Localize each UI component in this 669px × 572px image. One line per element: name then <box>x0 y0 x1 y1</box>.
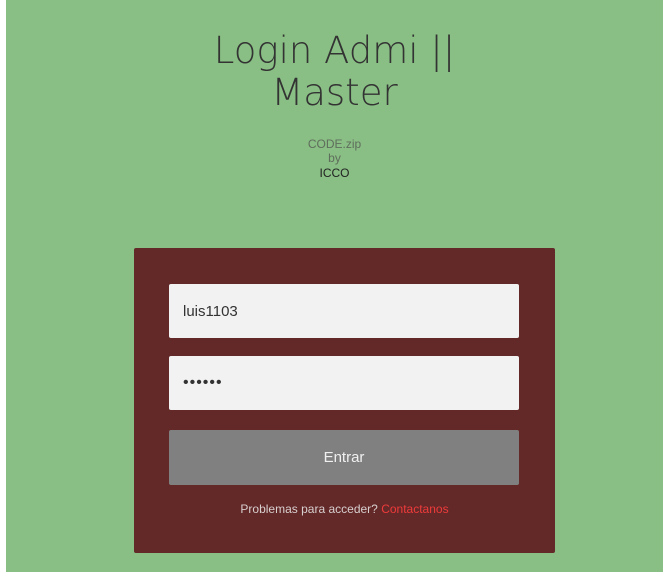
help-label: Problemas para acceder? <box>240 502 378 516</box>
title-line-1: Login Admi || <box>213 29 456 72</box>
credit-by: by <box>328 151 341 165</box>
login-form: Entrar Problemas para acceder? Contactan… <box>134 248 555 553</box>
credits: CODE.zip by ICCO <box>6 137 663 180</box>
help-text: Problemas para acceder? Contactanos <box>134 502 555 516</box>
login-button[interactable]: Entrar <box>169 430 519 485</box>
page-background: Login Admi || Master CODE.zip by ICCO En… <box>6 0 663 572</box>
title-line-2: Master <box>271 71 398 114</box>
page-title: Login Admi || Master <box>6 30 663 114</box>
username-input[interactable] <box>169 284 519 338</box>
credit-author: ICCO <box>319 166 350 180</box>
credit-project: CODE.zip <box>307 137 362 151</box>
password-input[interactable] <box>169 356 519 410</box>
contact-link[interactable]: Contactanos <box>381 502 448 516</box>
